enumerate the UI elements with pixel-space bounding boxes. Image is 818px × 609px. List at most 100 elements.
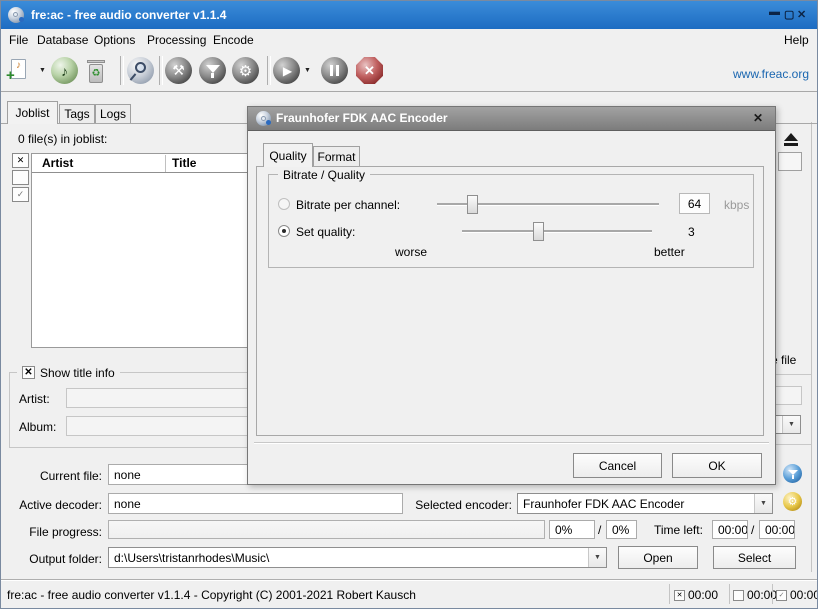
- dialog-button-separator: [254, 442, 769, 443]
- tab-joblist-label: Joblist: [15, 106, 49, 120]
- menu-options[interactable]: Options: [94, 33, 135, 47]
- cd-drive-field[interactable]: [778, 152, 802, 171]
- encoder-config-dialog: Fraunhofer FDK AAC Encoder ✕ Quality For…: [247, 106, 776, 485]
- website-link[interactable]: www.freac.org: [733, 67, 809, 81]
- chevron-down-icon[interactable]: ▼: [782, 416, 800, 433]
- bitrate-value: 64: [688, 197, 701, 211]
- dialog-titlebar[interactable]: Fraunhofer FDK AAC Encoder ✕: [248, 107, 775, 131]
- chevron-down-icon[interactable]: ▼: [588, 548, 606, 567]
- menubar: File Database Options Processing Encode …: [1, 29, 818, 51]
- minimize-button-icon[interactable]: ▬: [769, 6, 780, 18]
- total-progress-percent-field: 0%: [606, 520, 637, 539]
- funnel-icon: [788, 470, 798, 475]
- column-header-artist[interactable]: Artist: [42, 156, 73, 170]
- ok-button[interactable]: OK: [672, 453, 762, 478]
- gear-icon: ⚙: [788, 495, 798, 508]
- start-encoding-dropdown-icon[interactable]: ▼: [304, 67, 311, 74]
- rip-audio-cd-button[interactable]: ♪: [51, 57, 78, 84]
- freac-main-window: fre:ac - free audio converter v1.1.4 ▬ ▢…: [0, 0, 818, 609]
- pause-encoding-button[interactable]: [321, 57, 348, 84]
- total-progress-percent: 0%: [612, 523, 629, 537]
- maximize-button-icon[interactable]: ▢: [784, 8, 794, 21]
- menu-help[interactable]: Help: [784, 33, 809, 47]
- menu-encode[interactable]: Encode: [213, 33, 254, 47]
- set-quality-radio[interactable]: [278, 225, 290, 237]
- freac-dialog-icon: [256, 111, 271, 126]
- funnel-icon: [206, 65, 220, 73]
- check-icon: ✓: [17, 189, 25, 200]
- dialog-title: Fraunhofer FDK AAC Encoder: [276, 111, 448, 125]
- eject-icon-bar: [784, 143, 798, 146]
- menu-file[interactable]: File: [9, 33, 28, 47]
- plus-icon: +: [6, 67, 15, 84]
- column-header-title[interactable]: Title: [172, 156, 196, 170]
- quality-slider[interactable]: [462, 230, 652, 233]
- statusbar-divider: [669, 584, 670, 604]
- processing-settings-button[interactable]: [783, 464, 802, 483]
- quality-slider-thumb[interactable]: [533, 222, 544, 241]
- time-total-value: 00:00: [765, 523, 795, 537]
- bitrate-unit: kbps: [724, 198, 749, 212]
- signal-processing-button[interactable]: [199, 57, 226, 84]
- active-decoder-field: none: [108, 493, 403, 514]
- show-title-info-label: Show title info: [40, 366, 115, 380]
- tools-button[interactable]: ⚒: [165, 57, 192, 84]
- total-tracks-time: ✓ 00:00: [776, 588, 818, 602]
- add-files-dropdown-icon[interactable]: ▼: [39, 67, 46, 74]
- tab-tags[interactable]: Tags: [59, 104, 95, 124]
- encoder-settings-button[interactable]: ⚙: [783, 492, 802, 511]
- output-folder-combo[interactable]: d:\Users\tristanrhodes\Music\ ▼: [108, 547, 607, 568]
- cd-music-note-icon: ♪: [61, 63, 68, 79]
- menu-database[interactable]: Database: [37, 33, 88, 47]
- bitrate-radio[interactable]: [278, 198, 290, 210]
- dialog-tab-format[interactable]: Format: [313, 146, 360, 167]
- active-decoder-value: none: [114, 497, 141, 511]
- settings-button[interactable]: ⚙: [232, 57, 259, 84]
- freac-app-icon: [8, 7, 24, 23]
- cancel-button-label: Cancel: [599, 459, 636, 473]
- selected-encoder-label: Selected encoder:: [406, 498, 512, 512]
- start-encoding-button[interactable]: ▶: [273, 57, 300, 84]
- group-title: Bitrate / Quality: [278, 168, 370, 182]
- stop-x-icon: ✕: [364, 63, 375, 79]
- bitrate-value-field[interactable]: 64: [679, 193, 710, 214]
- pause-icon: [330, 65, 339, 76]
- bitrate-label: Bitrate per channel:: [296, 198, 400, 212]
- add-files-button[interactable]: ♪ + ▼: [6, 57, 46, 87]
- tab-logs[interactable]: Logs: [95, 104, 131, 124]
- tab-joblist[interactable]: Joblist: [7, 101, 58, 124]
- slash-separator: /: [598, 523, 601, 537]
- dialog-tab-quality-label: Quality: [269, 149, 306, 163]
- toggle-selection-button[interactable]: ✓: [12, 187, 29, 202]
- eject-button[interactable]: [777, 128, 805, 150]
- window-titlebar[interactable]: fre:ac - free audio converter v1.1.4 ▬ ▢…: [1, 1, 817, 29]
- file-progress-label: File progress:: [11, 525, 102, 539]
- selected-encoder-combo[interactable]: Fraunhofer FDK AAC Encoder ▼: [517, 493, 773, 514]
- cddb-query-button[interactable]: [127, 57, 155, 85]
- bitrate-slider-thumb[interactable]: [467, 195, 478, 214]
- statusbar-divider: [729, 584, 730, 604]
- select-none-button[interactable]: [12, 170, 29, 185]
- checkbox-x-icon: ✕: [24, 367, 32, 378]
- statusbar-text: fre:ac - free audio converter v1.1.4 - C…: [7, 588, 416, 602]
- close-button-icon[interactable]: ✕: [797, 8, 806, 21]
- cancel-button[interactable]: Cancel: [573, 453, 662, 478]
- clear-joblist-button[interactable]: ♻: [86, 57, 106, 85]
- select-button-label: Select: [738, 551, 771, 565]
- current-file-value: none: [114, 468, 141, 482]
- show-title-info-checkbox[interactable]: ✕: [22, 366, 35, 379]
- file-progress-percent: 0%: [555, 523, 572, 537]
- music-note-icon: ♪: [16, 60, 21, 71]
- open-button[interactable]: Open: [618, 546, 698, 569]
- slash-separator: /: [751, 523, 754, 537]
- select-button[interactable]: Select: [713, 546, 796, 569]
- column-divider[interactable]: [165, 155, 166, 172]
- dialog-close-icon[interactable]: ✕: [753, 111, 763, 125]
- dialog-tab-quality[interactable]: Quality: [263, 143, 313, 167]
- unselected-tracks-time: 00:00: [733, 588, 777, 602]
- toolbar-separator: [120, 56, 124, 85]
- select-all-button[interactable]: ✕: [12, 153, 29, 168]
- stop-encoding-button[interactable]: ✕: [356, 57, 383, 84]
- chevron-down-icon[interactable]: ▼: [754, 494, 772, 513]
- menu-processing[interactable]: Processing: [147, 33, 206, 47]
